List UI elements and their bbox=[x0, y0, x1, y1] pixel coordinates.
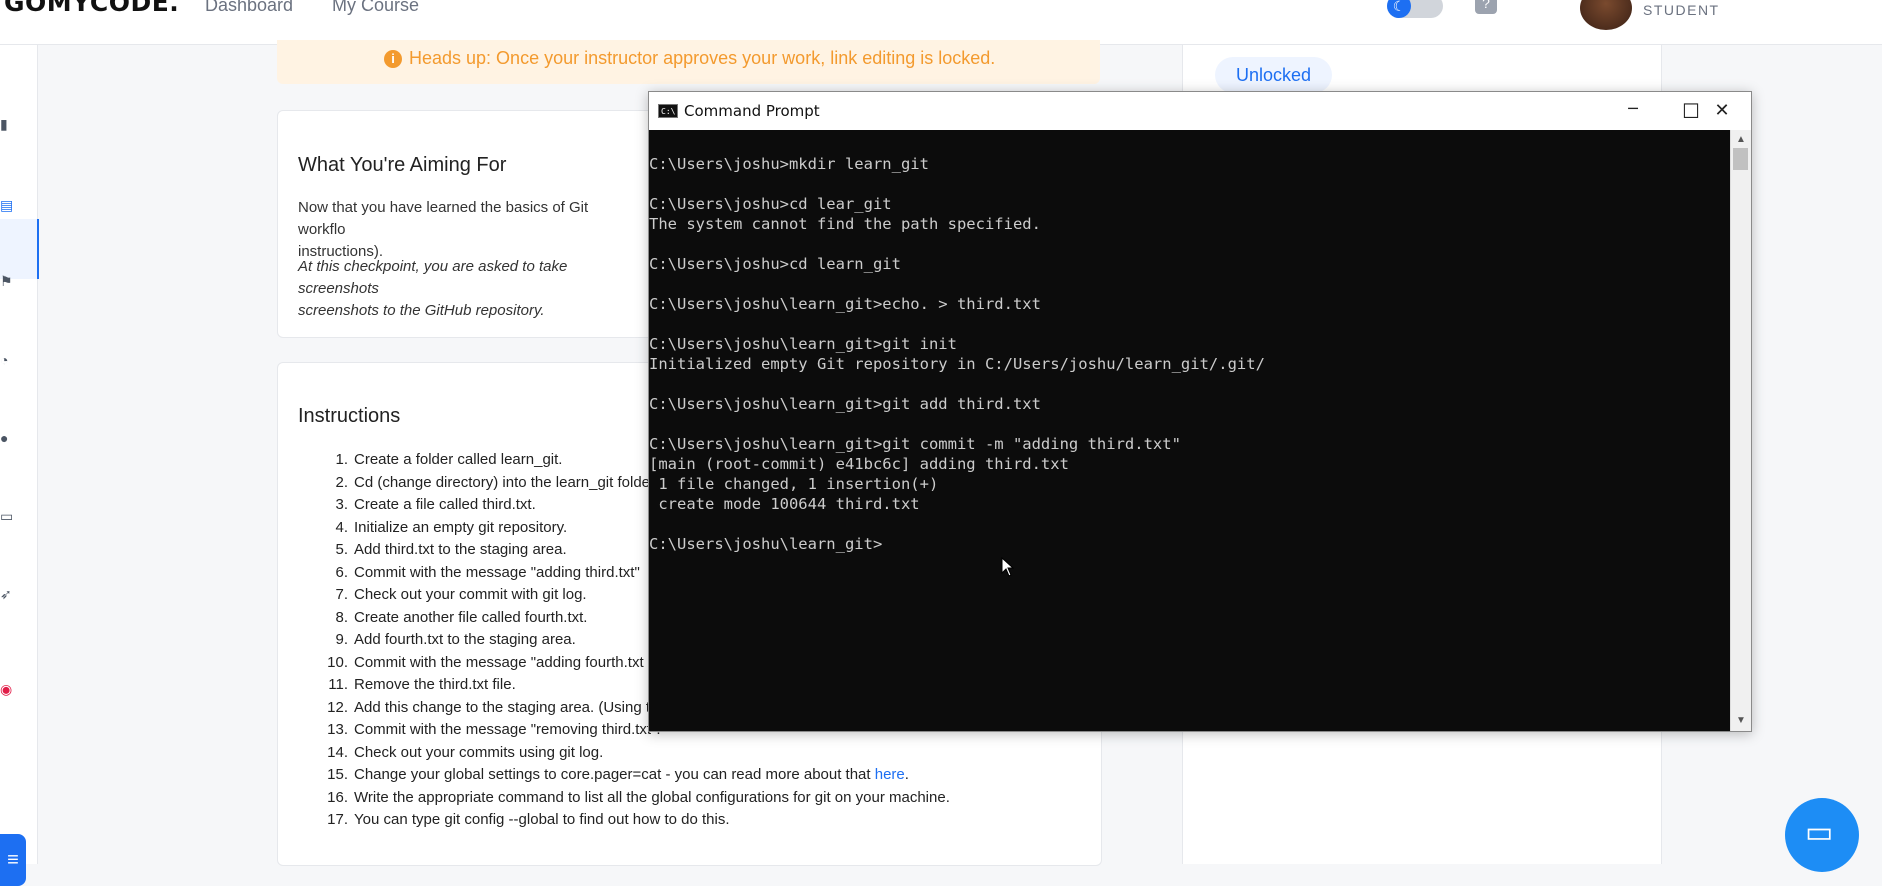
terminal-output-area[interactable]: C:\Users\joshu>mkdir learn_git C:\Users\… bbox=[649, 130, 1730, 731]
instructions-title: Instructions bbox=[298, 405, 401, 427]
scroll-thumb[interactable] bbox=[1733, 148, 1748, 170]
info-icon: i bbox=[384, 50, 402, 68]
list-item: 17. You can type git config --global to f… bbox=[327, 811, 730, 828]
headset-icon[interactable]: ◔ bbox=[0, 353, 14, 367]
sidebar: ▮ ▤ ⚑ ◔ ● ▭ ➶ ◉ ≡ bbox=[0, 45, 39, 886]
terminal-icon: C:\ bbox=[658, 104, 678, 118]
here-link[interactable]: here bbox=[875, 766, 905, 783]
aiming-paragraph-1: Now that you have learned the basics of … bbox=[298, 199, 589, 260]
help-icon[interactable]: ? bbox=[1475, 0, 1497, 14]
user-role: STUDENT bbox=[1643, 2, 1720, 18]
top-bar: GOMYCODE. Dashboard My Course ☾ ? STUDEN… bbox=[0, 0, 1882, 45]
nav-my-course[interactable]: My Course bbox=[332, 0, 419, 16]
chat-button[interactable]: ▭ bbox=[1785, 798, 1859, 872]
moon-icon: ☾ bbox=[1387, 0, 1411, 18]
document-icon[interactable]: ▤ bbox=[0, 198, 14, 212]
scroll-down-icon[interactable]: ▼ bbox=[1731, 713, 1751, 729]
list-item: 14. Check out your commits using git log. bbox=[327, 743, 604, 761]
alert-text: Heads up: Once your instructor approves … bbox=[409, 48, 996, 68]
window-title: Command Prompt bbox=[684, 102, 820, 120]
chart-icon[interactable]: ▮ bbox=[0, 117, 14, 131]
rocket-icon[interactable]: ➶ bbox=[0, 587, 14, 601]
badge-icon[interactable]: ◉ bbox=[0, 682, 14, 696]
chat-icon: ▭ bbox=[1805, 816, 1834, 849]
window-titlebar[interactable]: C:\ Command Prompt ─ ☐ ✕ bbox=[649, 92, 1751, 130]
list-item: 15. Change your global settings to core.p… bbox=[327, 766, 909, 783]
scrollbar[interactable]: ▲ ▼ bbox=[1730, 130, 1751, 731]
close-button[interactable]: ✕ bbox=[1693, 92, 1751, 130]
menu-icon[interactable]: ≡ bbox=[0, 834, 26, 886]
status-badge: Unlocked bbox=[1215, 57, 1332, 93]
avatar[interactable] bbox=[1580, 0, 1632, 30]
aiming-title: What You're Aiming For bbox=[298, 154, 507, 176]
flag-icon[interactable]: ⚑ bbox=[0, 274, 14, 288]
list-item: 16. Write the appropriate command to list… bbox=[327, 788, 950, 806]
terminal-output: C:\Users\joshu>mkdir learn_git C:\Users\… bbox=[649, 155, 1265, 553]
users-icon[interactable]: ● bbox=[0, 431, 14, 445]
mouse-cursor-icon bbox=[1001, 556, 1015, 582]
laptop-icon[interactable]: ▭ bbox=[0, 509, 14, 523]
aiming-paragraph-2: At this checkpoint, you are asked to tak… bbox=[298, 258, 568, 319]
theme-toggle[interactable]: ☾ bbox=[1387, 0, 1443, 18]
command-prompt-window[interactable]: C:\ Command Prompt ─ ☐ ✕ C:\Users\joshu>… bbox=[648, 91, 1752, 732]
minimize-button[interactable]: ─ bbox=[1604, 92, 1662, 130]
scroll-up-icon[interactable]: ▲ bbox=[1731, 132, 1751, 148]
logo[interactable]: GOMYCODE. bbox=[4, 0, 179, 17]
sidebar-active-highlight bbox=[0, 219, 39, 279]
alert-banner: i Heads up: Once your instructor approve… bbox=[277, 40, 1100, 84]
nav-dashboard[interactable]: Dashboard bbox=[205, 0, 293, 16]
